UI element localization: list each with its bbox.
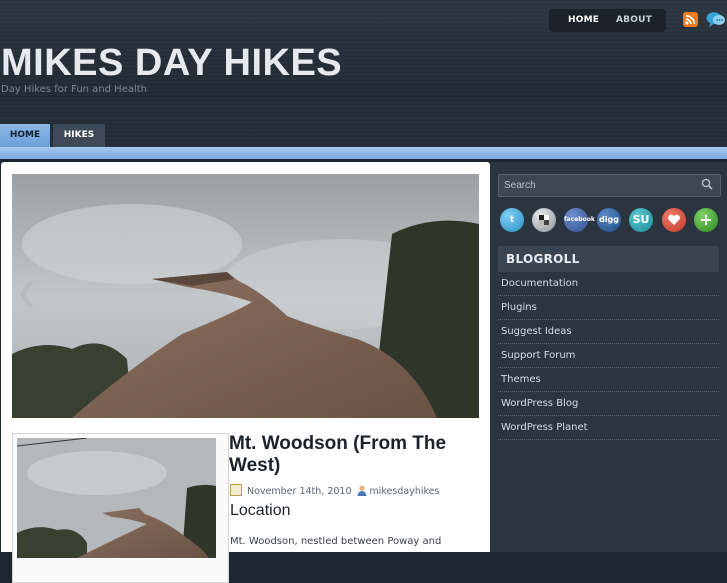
list-item: WordPress Planet: [498, 416, 719, 440]
post-section-heading: Location: [230, 502, 291, 519]
list-item: Documentation: [498, 272, 719, 296]
blogroll-link-support-forum[interactable]: Support Forum: [498, 344, 719, 367]
post-date: November 14th, 2010: [247, 486, 352, 497]
site-title[interactable]: MIKES DAY HIKES: [1, 42, 342, 85]
blogroll-link-plugins[interactable]: Plugins: [498, 296, 719, 319]
blogroll-link-suggest-ideas[interactable]: Suggest Ideas: [498, 320, 719, 343]
post-excerpt: Mt. Woodson, nestled between Poway and: [230, 536, 442, 547]
post-author[interactable]: mikesdayhikes: [370, 486, 440, 497]
top-nav-about[interactable]: ABOUT: [616, 15, 652, 25]
digg-icon[interactable]: digg: [597, 208, 621, 232]
add-icon[interactable]: +: [694, 208, 718, 232]
site-tagline: Day Hikes for Fun and Health: [1, 84, 148, 95]
main-nav-hikes[interactable]: HIKES: [53, 124, 105, 147]
search-box: [498, 174, 721, 197]
rss-icon[interactable]: [683, 12, 698, 27]
main-content: ❮ Mt. Woodson (From The West) November 1…: [1, 162, 490, 583]
stumbleupon-icon[interactable]: SU: [629, 208, 653, 232]
social-icons: t facebook digg SU +: [500, 208, 720, 232]
list-item: Themes: [498, 368, 719, 392]
post-thumbnail[interactable]: [12, 433, 229, 583]
facebook-icon[interactable]: facebook: [564, 208, 595, 232]
featured-image-slider[interactable]: ❮: [12, 174, 479, 418]
list-item: Support Forum: [498, 344, 719, 368]
blogroll-link-documentation[interactable]: Documentation: [498, 272, 719, 295]
calendar-icon: [230, 484, 242, 496]
slider-prev-arrow[interactable]: ❮: [16, 278, 38, 308]
twitter-icon[interactable]: t: [500, 208, 524, 232]
sidebar: t facebook digg SU + BLOGROLL Documentat…: [490, 162, 727, 552]
main-nav-home[interactable]: HOME: [0, 124, 50, 147]
list-item: WordPress Blog: [498, 392, 719, 416]
list-item: Suggest Ideas: [498, 320, 719, 344]
featured-photo: [12, 174, 479, 418]
post-meta: November 14th, 2010 mikesdayhikes: [230, 484, 439, 497]
accent-bar: [0, 147, 727, 159]
search-input[interactable]: [504, 178, 689, 193]
blogroll-link-themes[interactable]: Themes: [498, 368, 719, 391]
list-item: Plugins: [498, 296, 719, 320]
search-icon[interactable]: [701, 178, 713, 190]
chat-icon[interactable]: [706, 11, 726, 28]
blogroll-list: Documentation Plugins Suggest Ideas Supp…: [498, 272, 719, 440]
favorite-icon[interactable]: [662, 208, 686, 232]
post-title[interactable]: Mt. Woodson (From The West): [229, 433, 479, 477]
user-icon: [357, 485, 366, 496]
top-nav-home[interactable]: HOME: [568, 15, 599, 25]
top-nav: HOME ABOUT: [549, 9, 666, 32]
blogroll-heading: BLOGROLL: [498, 246, 719, 272]
thumbnail-photo: [17, 438, 216, 558]
delicious-icon[interactable]: [532, 208, 556, 232]
blogroll-link-wordpress-blog[interactable]: WordPress Blog: [498, 392, 719, 415]
blogroll-link-wordpress-planet[interactable]: WordPress Planet: [498, 416, 719, 439]
